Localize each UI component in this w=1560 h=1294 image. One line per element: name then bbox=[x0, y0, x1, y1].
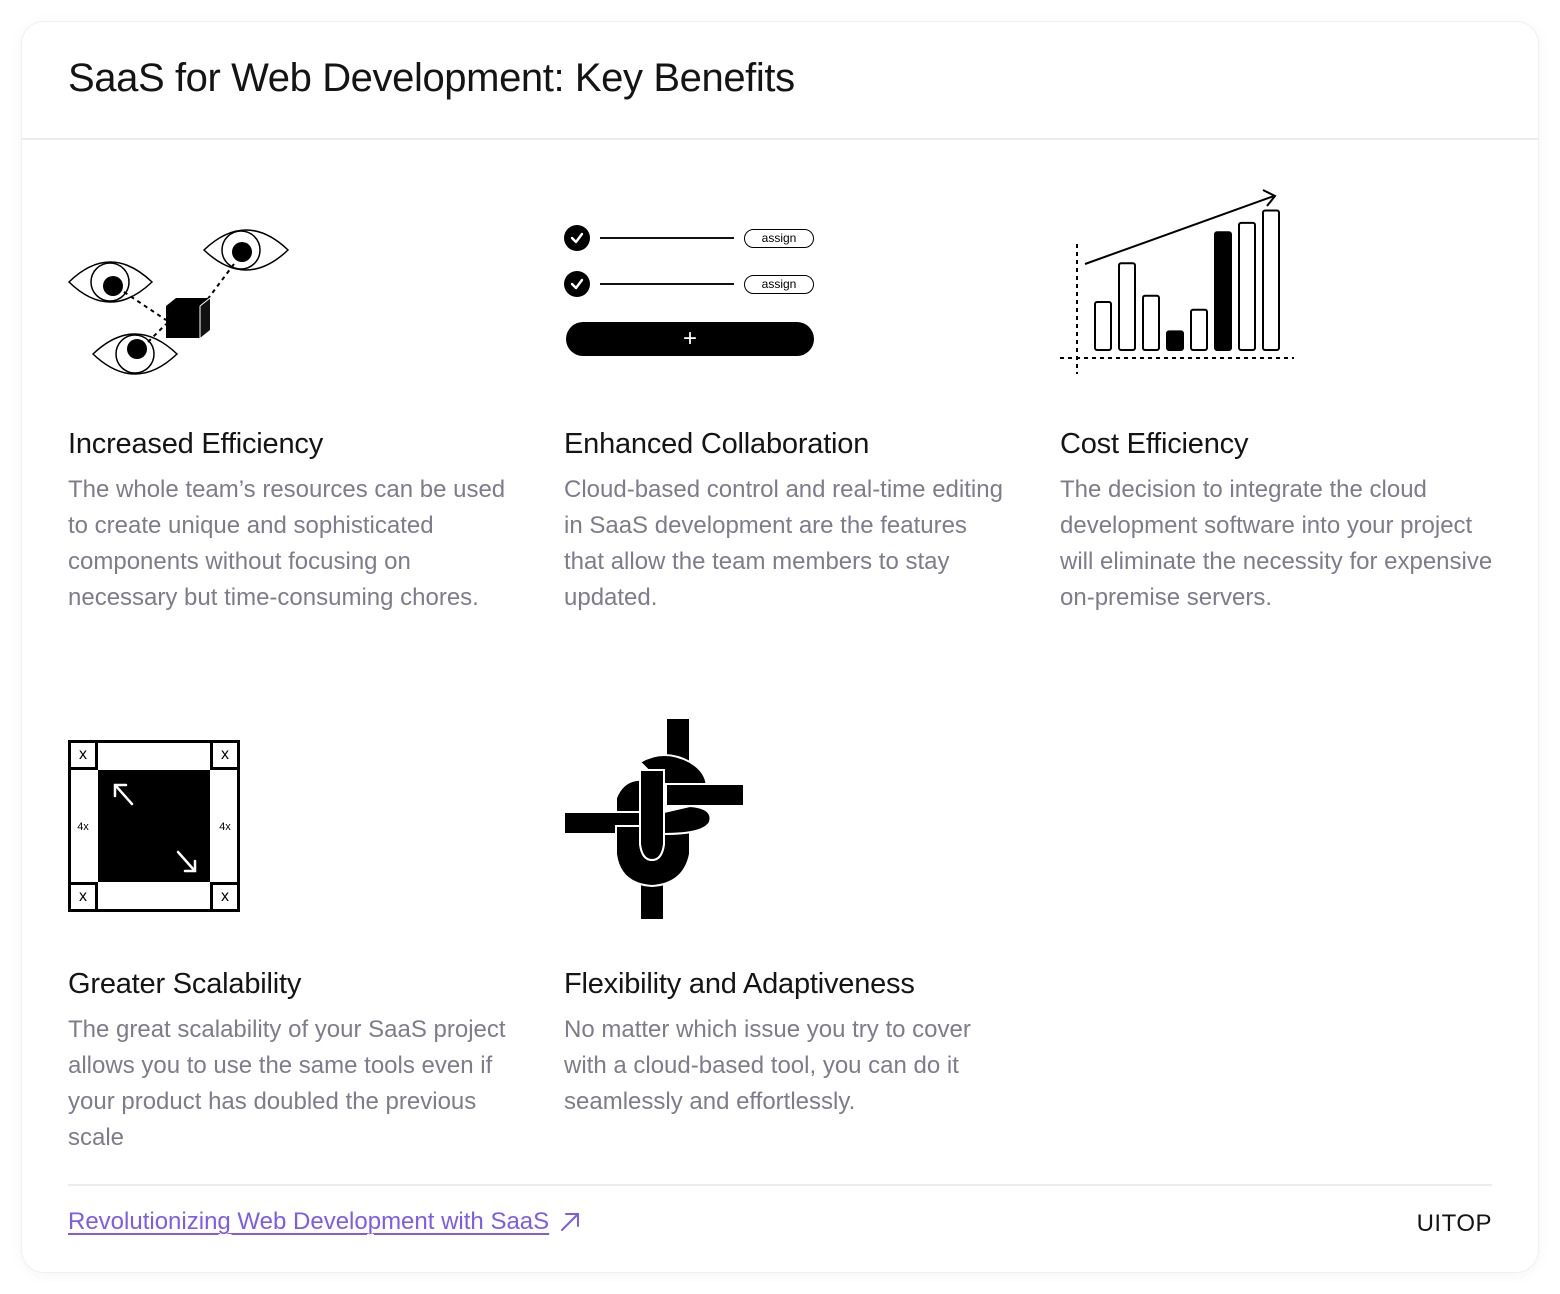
assign-button[interactable]: assign bbox=[744, 274, 814, 294]
assign-button[interactable]: assign bbox=[744, 228, 814, 248]
item-description: The great scalability of your SaaS proje… bbox=[68, 1016, 506, 1151]
eyes-cube-icon bbox=[68, 229, 290, 375]
checkmark-icon[interactable] bbox=[564, 271, 590, 297]
plus-icon: + bbox=[682, 325, 697, 352]
chart-bar bbox=[1142, 294, 1160, 351]
page-title: SaaS for Web Development: Key Benefits bbox=[68, 56, 795, 100]
item-title: Greater Scalability bbox=[68, 968, 302, 1000]
side-label: 4x bbox=[219, 821, 231, 833]
arrow-up-right-icon[interactable] bbox=[559, 1211, 581, 1233]
chart-bar bbox=[1118, 262, 1136, 351]
item-title: Cost Efficiency bbox=[1060, 428, 1249, 460]
item-description: The decision to integrate the cloud deve… bbox=[1060, 476, 1493, 611]
task-row: assign bbox=[564, 270, 816, 298]
footer-divider bbox=[68, 1184, 1492, 1186]
corner-label: x bbox=[210, 743, 237, 770]
task-list-illustration: assign assign + bbox=[564, 220, 816, 360]
task-line bbox=[600, 237, 734, 239]
scale-frame-icon: x x x x 4x 4x bbox=[68, 740, 240, 912]
article-link[interactable]: Revolutionizing Web Development with Saa… bbox=[68, 1208, 581, 1236]
item-title: Enhanced Collaboration bbox=[564, 428, 870, 460]
scaled-square bbox=[98, 770, 210, 882]
corner-label: x bbox=[71, 743, 98, 770]
item-title: Increased Efficiency bbox=[68, 428, 323, 460]
task-row: assign bbox=[564, 224, 816, 252]
task-line bbox=[600, 283, 734, 285]
chart-bar bbox=[1166, 330, 1184, 351]
item-description: The whole team’s resources can be used t… bbox=[68, 476, 506, 611]
card-header: SaaS for Web Development: Key Benefits bbox=[22, 22, 1538, 140]
chart-bar bbox=[1094, 300, 1112, 351]
add-task-button[interactable]: + bbox=[566, 322, 814, 356]
chart-bar bbox=[1190, 308, 1208, 351]
chart-bar bbox=[1238, 221, 1256, 351]
chart-bar bbox=[1214, 231, 1232, 352]
article-link-label[interactable]: Revolutionizing Web Development with Saa… bbox=[68, 1208, 549, 1236]
chart-bar bbox=[1262, 209, 1280, 351]
corner-label: x bbox=[210, 882, 237, 909]
knot-icon bbox=[564, 718, 744, 920]
checkmark-icon[interactable] bbox=[564, 225, 590, 251]
side-label: 4x bbox=[77, 821, 89, 833]
item-description: Cloud-based control and real-time editin… bbox=[564, 476, 1003, 611]
growth-chart-icon bbox=[1060, 189, 1294, 374]
arrow-up-left-icon bbox=[114, 784, 134, 806]
arrow-down-right-icon bbox=[176, 850, 196, 872]
benefits-card: SaaS for Web Development: Key Benefits I… bbox=[22, 22, 1538, 1272]
brand-logo: UITOP bbox=[1416, 1210, 1492, 1237]
item-title: Flexibility and Adaptiveness bbox=[564, 968, 915, 1000]
corner-label: x bbox=[71, 882, 98, 909]
item-description: No matter which issue you try to cover w… bbox=[564, 1016, 971, 1115]
